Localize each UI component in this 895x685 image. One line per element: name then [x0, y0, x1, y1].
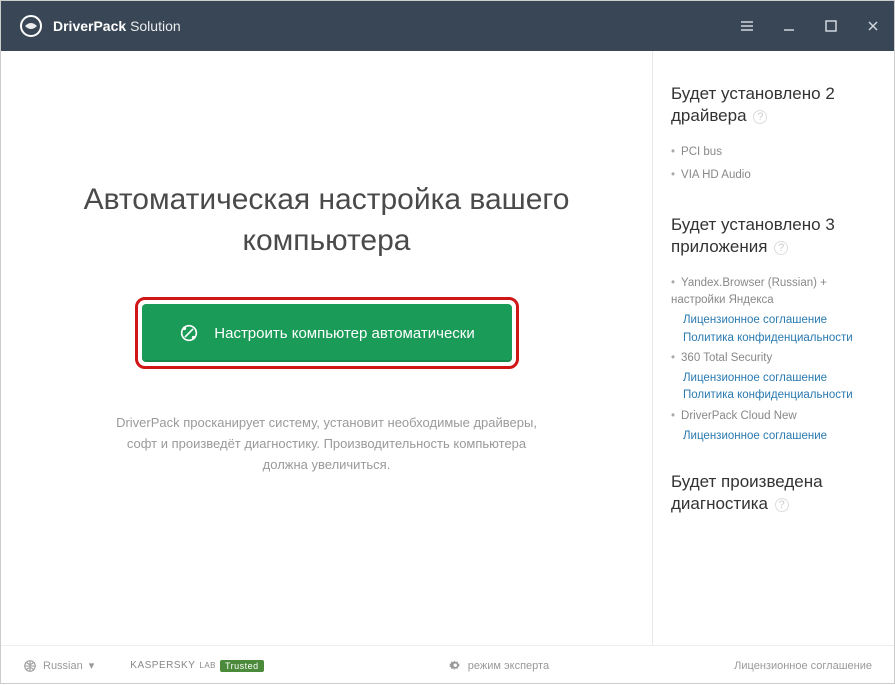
language-label: Russian [43, 660, 83, 672]
help-icon[interactable]: ? [753, 110, 767, 124]
list-item: 360 Total Security Лицензионное соглашен… [671, 347, 876, 405]
globe-icon [23, 659, 37, 673]
maximize-button[interactable] [810, 1, 852, 51]
app-title: DriverPack Solution [53, 18, 181, 34]
list-item: DriverPack Cloud New Лицензионное соглаш… [671, 405, 876, 446]
setup-auto-button[interactable]: Настроить компьютер автоматически [142, 304, 512, 362]
drivers-section-title: Будет установлено 2 драйвера ? [671, 83, 876, 127]
expert-mode-toggle[interactable]: режим эксперта [449, 659, 549, 672]
titlebar: DriverPack Solution [1, 1, 894, 51]
chevron-down-icon: ▾ [89, 659, 95, 672]
apps-list: Yandex.Browser (Russian) + настройки Янд… [671, 272, 876, 445]
help-icon[interactable]: ? [775, 498, 789, 512]
magic-wand-icon [178, 322, 200, 344]
license-link[interactable]: Лицензионное соглашение [671, 370, 876, 387]
trusted-badge: Trusted [220, 660, 264, 672]
titlebar-controls [726, 1, 894, 51]
list-item: VIA HD Audio [671, 164, 876, 187]
apps-section-title: Будет установлено 3 приложения ? [671, 214, 876, 258]
footer-license-link[interactable]: Лицензионное соглашение [734, 660, 872, 672]
expert-mode-label: режим эксперта [468, 660, 549, 672]
sidebar: Будет установлено 2 драйвера ? PCI bus V… [652, 51, 894, 645]
privacy-link[interactable]: Политика конфиденциальности [671, 330, 876, 347]
footer-left: Russian ▾ KASPERSKYLAB Trusted [23, 659, 264, 673]
titlebar-left: DriverPack Solution [19, 14, 181, 38]
app-logo-icon [19, 14, 43, 38]
main-panel: Автоматическая настройка вашего компьюте… [1, 51, 652, 645]
list-item: Yandex.Browser (Russian) + настройки Янд… [671, 272, 876, 347]
menu-button[interactable] [726, 1, 768, 51]
help-icon[interactable]: ? [774, 241, 788, 255]
license-link[interactable]: Лицензионное соглашение [671, 428, 876, 445]
content: Автоматическая настройка вашего компьюте… [1, 51, 894, 645]
diag-section-title: Будет произведена диагностика ? [671, 471, 876, 515]
kaspersky-badge: KASPERSKYLAB Trusted [130, 660, 263, 672]
license-link[interactable]: Лицензионное соглашение [671, 312, 876, 329]
privacy-link[interactable]: Политика конфиденциальности [671, 387, 876, 404]
setup-button-highlight: Настроить компьютер автоматически [135, 297, 519, 369]
setup-button-label: Настроить компьютер автоматически [214, 325, 474, 342]
language-selector[interactable]: Russian ▾ [23, 659, 94, 673]
list-item: PCI bus [671, 141, 876, 164]
gear-icon [449, 659, 462, 672]
main-heading: Автоматическая настройка вашего компьюте… [41, 180, 612, 261]
main-description: DriverPack просканирует систему, установ… [107, 413, 547, 475]
close-button[interactable] [852, 1, 894, 51]
minimize-button[interactable] [768, 1, 810, 51]
footer: Russian ▾ KASPERSKYLAB Trusted режим экс… [1, 645, 894, 685]
drivers-list: PCI bus VIA HD Audio [671, 141, 876, 188]
